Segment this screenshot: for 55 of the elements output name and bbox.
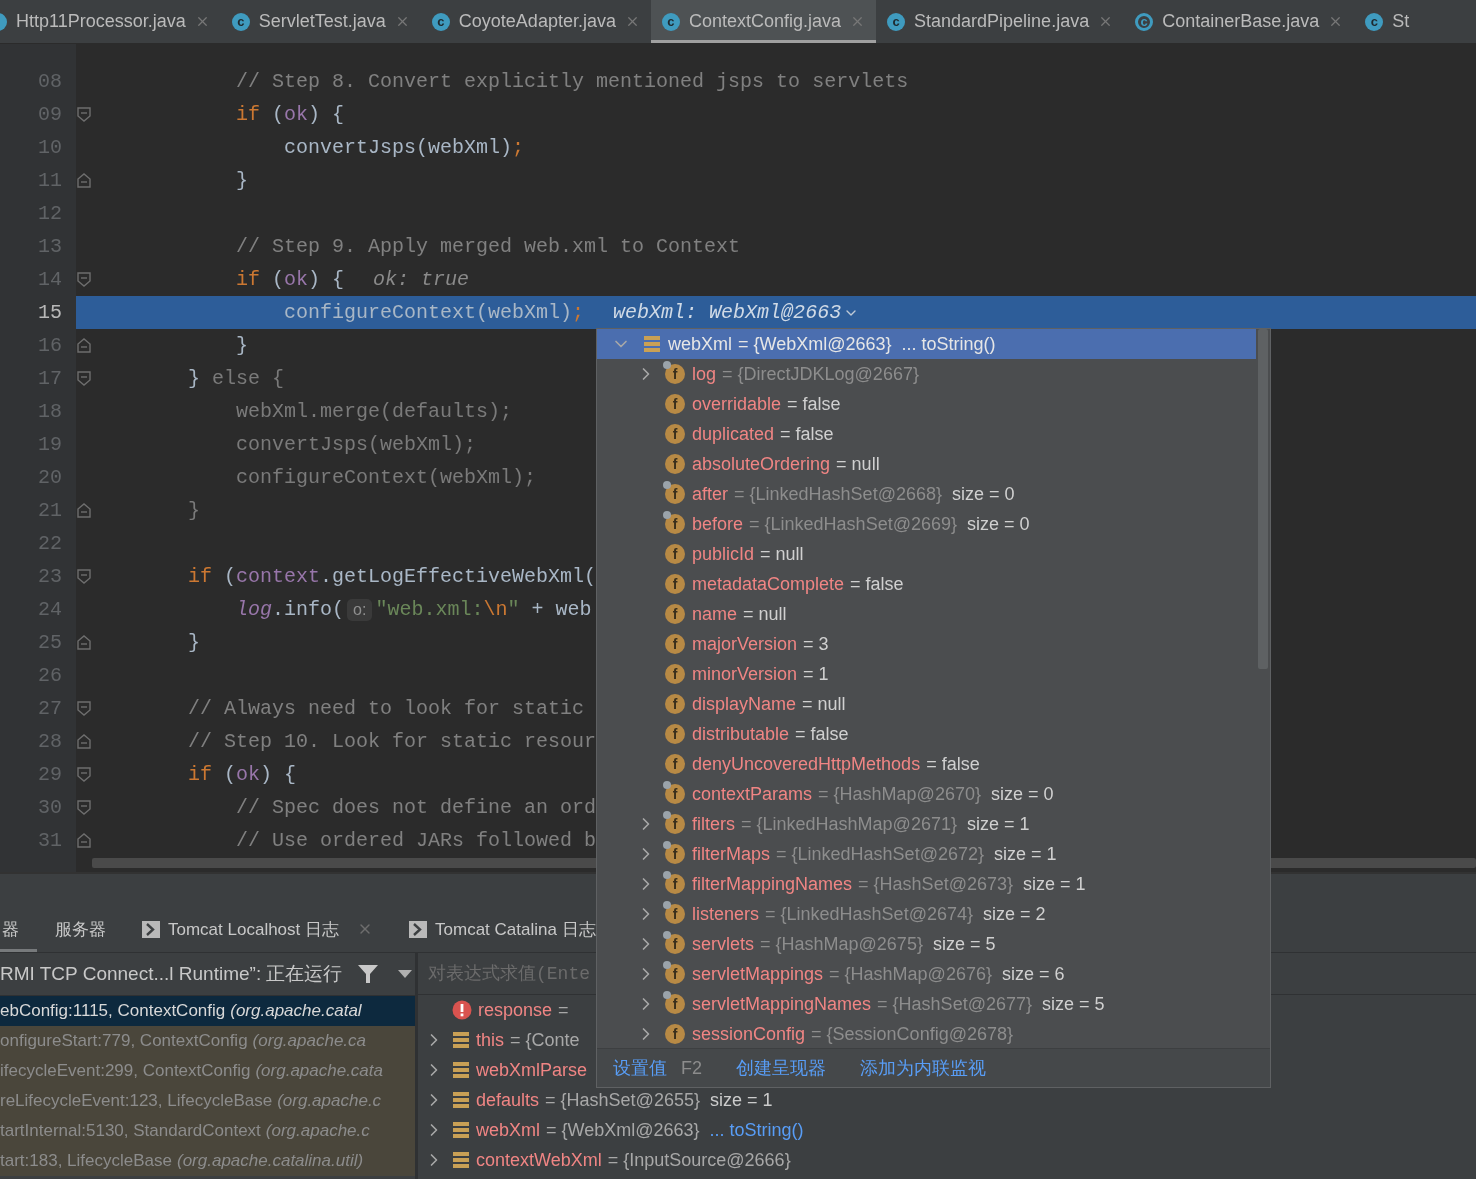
class-icon: c xyxy=(431,12,450,31)
code-line: } xyxy=(236,169,249,192)
field-icon: f xyxy=(665,754,685,774)
code-line: convertJsps(webXml); xyxy=(236,433,477,456)
code-line: configureContext(webXml); xyxy=(284,301,585,324)
field-icon: f xyxy=(665,484,685,504)
field-icon: f xyxy=(665,544,685,564)
class-icon: c xyxy=(231,12,250,31)
code-line: if (context.getLogEffectiveWebXml( xyxy=(188,565,597,588)
field-icon: f xyxy=(665,994,685,1014)
field-icon: f xyxy=(665,964,685,984)
code-line: "web.xml:\n" + web xyxy=(375,598,592,621)
code-line: configureContext(webXml); xyxy=(236,466,537,489)
code-line: // Use ordered JARs followed b xyxy=(236,829,597,852)
code-line: } xyxy=(188,631,201,654)
class-icon: c xyxy=(887,12,906,31)
inline-value-hint: ok: true xyxy=(373,268,470,291)
field-icon: f xyxy=(665,634,685,654)
class-icon: c xyxy=(1365,12,1384,31)
line-number: 15 xyxy=(37,300,63,326)
field-icon: f xyxy=(665,934,685,954)
field-icon: f xyxy=(665,1024,685,1044)
code-line: if (ok) { xyxy=(236,103,345,126)
field-icon: f xyxy=(665,874,685,894)
shortcut-label: F2 xyxy=(681,1057,702,1079)
field-icon: f xyxy=(665,694,685,714)
field-icon: f xyxy=(665,724,685,744)
code-line: // Spec does not define an ord xyxy=(236,796,597,819)
code-line: if (ok) { xyxy=(188,763,297,786)
code-line: // Step 9. Apply merged web.xml to Context xyxy=(236,235,741,258)
field-icon: f xyxy=(665,454,685,474)
class-icon: c xyxy=(1135,12,1154,31)
code-line: convertJsps(webXml); xyxy=(284,136,525,159)
parameter-hint: o: xyxy=(347,598,373,621)
field-icon: f xyxy=(665,814,685,834)
field-icon: f xyxy=(665,364,685,384)
code-line: if (ok) { xyxy=(236,268,345,291)
code-line: // Step 8. Convert explicitly mentioned jsps to servlets xyxy=(236,70,909,93)
code-line: } else { xyxy=(188,367,285,390)
field-icon: f xyxy=(665,604,685,624)
field-icon: f xyxy=(665,664,685,684)
field-icon: f xyxy=(665,514,685,534)
field-icon: f xyxy=(665,904,685,924)
code-line: webXml.merge(defaults); xyxy=(236,400,513,423)
class-icon: c xyxy=(661,12,680,31)
code-line: // Always need to look for static xyxy=(188,697,585,720)
code-line: } xyxy=(188,499,201,522)
field-icon: f xyxy=(665,394,685,414)
field-icon: f xyxy=(665,844,685,864)
field-icon: f xyxy=(665,574,685,594)
code-line: log.info( xyxy=(236,598,345,621)
code-line: // Step 10. Look for static resour xyxy=(188,730,597,753)
field-icon: f xyxy=(665,424,685,444)
field-icon: f xyxy=(665,784,685,804)
code-line: } xyxy=(236,334,249,357)
